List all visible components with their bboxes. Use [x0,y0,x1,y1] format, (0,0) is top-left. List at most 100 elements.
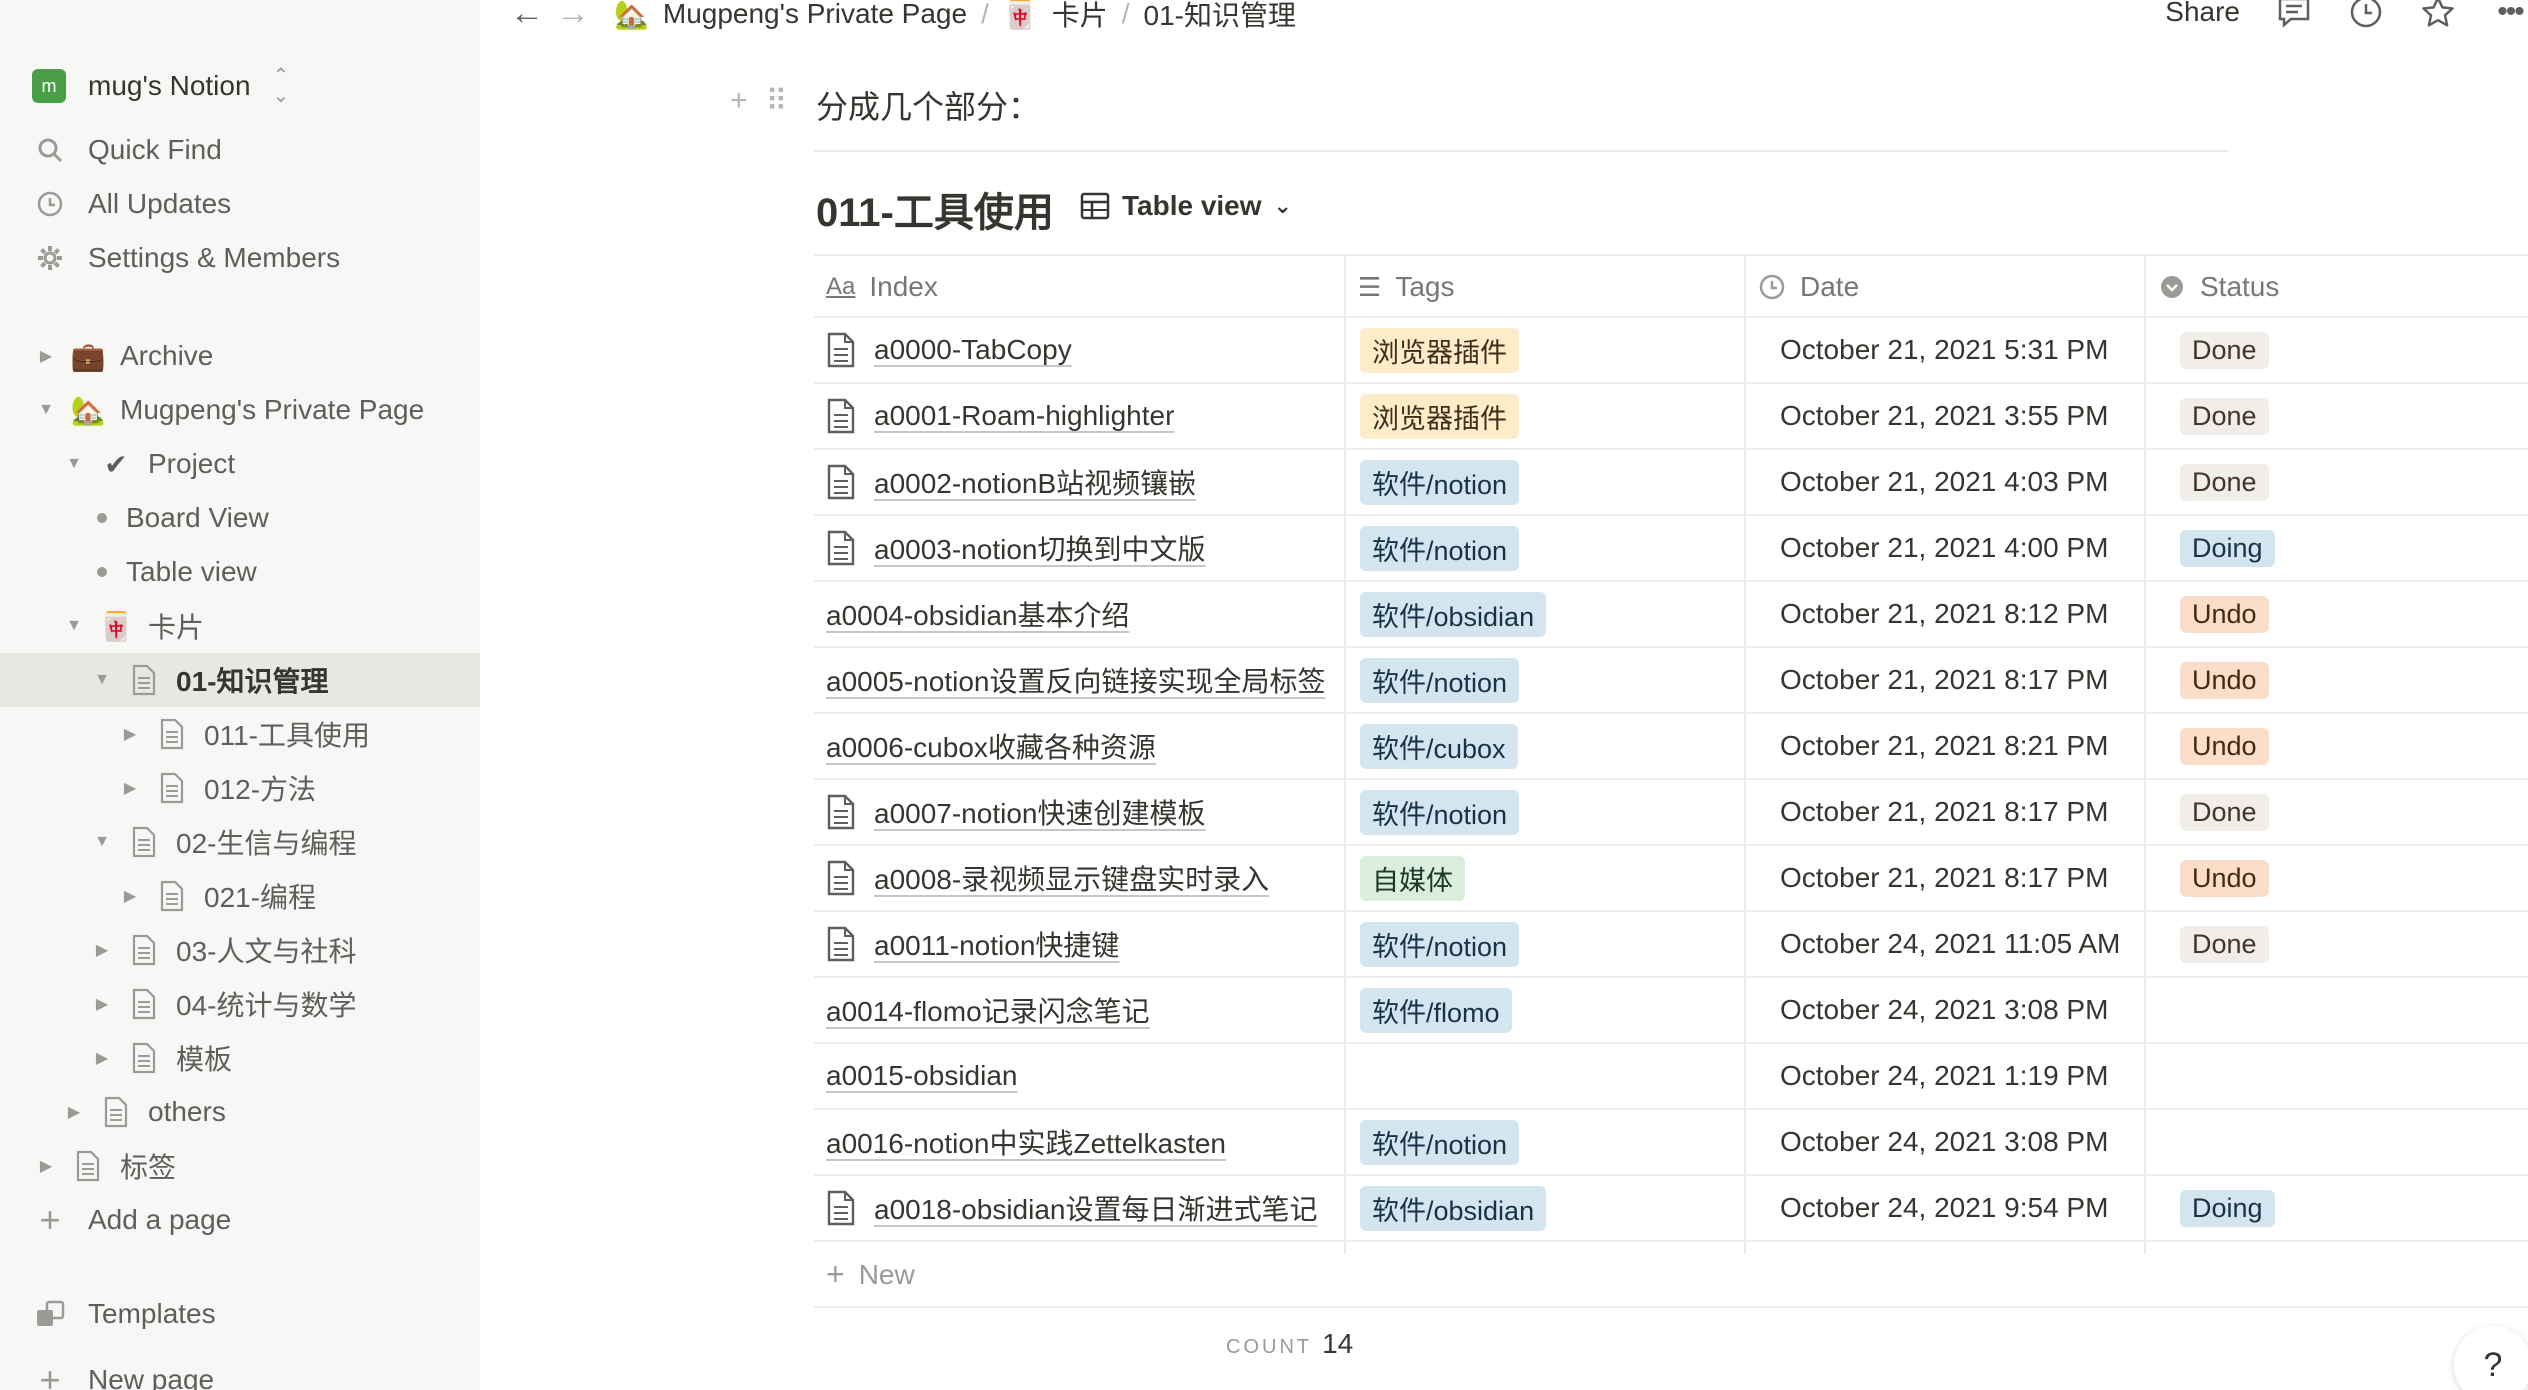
date-cell[interactable]: October 21, 2021 8:21 PM [1780,714,2140,778]
caret-right-icon[interactable]: ▶ [64,1102,84,1122]
index-cell[interactable]: a0011-notion快捷键 [826,912,1342,976]
date-cell[interactable]: October 24, 2021 3:08 PM [1780,978,2140,1042]
row-title[interactable]: a0016-notion中实践Zettelkasten [826,1122,1226,1162]
row-title[interactable]: a0007-notion快速创建模板 [874,792,1205,832]
status-cell[interactable]: Undo [2180,648,2520,712]
caret-right-icon[interactable]: ▶ [120,886,140,906]
row-title[interactable]: a0004-obsidian基本介绍 [826,594,1130,634]
date-cell[interactable]: October 21, 2021 8:17 PM [1780,846,2140,910]
date-cell[interactable]: October 24, 2021 9:54 PM [1780,1176,2140,1240]
index-cell[interactable]: a0018-obsidian设置每日渐进式笔记 [826,1176,1342,1240]
sidebar-tree-item[interactable]: ▼ 02-生信与编程 [0,815,480,869]
caret-right-icon[interactable]: ▶ [120,724,140,744]
tags-cell[interactable]: 软件/obsidian [1360,582,1740,646]
row-title[interactable]: a0011-notion快捷键 [874,924,1119,964]
row-title[interactable]: a0015-obsidian [826,1060,1018,1092]
more-options-icon[interactable]: ••• [2492,0,2528,30]
view-switcher[interactable]: Table view ⌄ [1080,190,1292,222]
table-row[interactable]: a0002-notionB站视频镶嵌 软件/notion October 21, 2… [814,450,2528,516]
sidebar-tree-item[interactable]: ▶ 04-统计与数学 [0,977,480,1031]
breadcrumb-item-knowledge[interactable]: 01-知识管理 [1144,0,1296,34]
status-cell[interactable] [2180,978,2520,1042]
tags-cell[interactable] [1360,1044,1740,1108]
caret-down-icon[interactable]: ▼ [92,671,112,689]
index-cell[interactable]: a0005-notion设置反向链接实现全局标签 [826,648,1342,712]
status-cell[interactable]: Done [2180,912,2520,976]
column-header-index[interactable]: Aa Index [814,256,1344,318]
templates-button[interactable]: Templates [0,1287,480,1341]
table-row[interactable]: a0003-notion切换到中文版 软件/notion October 21, 2… [814,516,2528,582]
tags-cell[interactable]: 软件/cubox [1360,714,1740,778]
date-cell[interactable]: October 21, 2021 8:17 PM [1780,648,2140,712]
date-cell[interactable]: October 24, 2021 11:05 AM [1780,912,2140,976]
status-cell[interactable]: Done [2180,450,2520,514]
index-cell[interactable]: a0016-notion中实践Zettelkasten [826,1110,1342,1174]
add-block-icon[interactable]: + [730,84,748,119]
tags-cell[interactable]: 软件/notion [1360,648,1740,712]
index-cell[interactable]: a0004-obsidian基本介绍 [826,582,1342,646]
sidebar-tree-item[interactable]: Table view [0,545,480,599]
table-row[interactable]: a0005-notion设置反向链接实现全局标签 软件/notion October… [814,648,2528,714]
date-cell[interactable]: October 24, 2021 3:08 PM [1780,1110,2140,1174]
date-cell[interactable]: October 21, 2021 8:17 PM [1780,780,2140,844]
caret-down-icon[interactable]: ▼ [64,455,84,473]
sidebar-tree-item[interactable]: ▶ 💼 Archive [0,329,480,383]
tags-cell[interactable]: 浏览器插件 [1360,384,1740,448]
index-cell[interactable]: a0006-cubox收藏各种资源 [826,714,1342,778]
table-row[interactable]: a0004-obsidian基本介绍 软件/obsidian October 21,… [814,582,2528,648]
row-title[interactable]: a0005-notion设置反向链接实现全局标签 [826,660,1325,700]
status-cell[interactable]: Undo [2180,714,2520,778]
history-clock-icon[interactable] [2348,0,2384,30]
row-title[interactable]: a0002-notionB站视频镶嵌 [874,462,1196,502]
caret-down-icon[interactable]: ▼ [92,833,112,851]
status-cell[interactable]: Done [2180,384,2520,448]
table-row[interactable]: a0016-notion中实践Zettelkasten 软件/notion Octo… [814,1110,2528,1176]
sidebar-tree-item[interactable]: ▼ 🏡 Mugpeng's Private Page [0,383,480,437]
index-cell[interactable]: a0007-notion快速创建模板 [826,780,1342,844]
date-cell[interactable]: October 21, 2021 5:31 PM [1780,318,2140,382]
index-cell[interactable]: a0008-录视频显示键盘实时录入 [826,846,1342,910]
row-count[interactable]: COUNT 14 [1226,1328,1353,1360]
column-header-status[interactable]: Status [2146,256,2528,318]
status-cell[interactable]: Done [2180,318,2520,382]
table-row[interactable]: a0014-flomo记录闪念笔记 软件/flomo October 24, 202… [814,978,2528,1044]
sidebar-tree-item[interactable]: ▶ 011-工具使用 [0,707,480,761]
sidebar-tree-item[interactable]: Board View [0,491,480,545]
caret-down-icon[interactable]: ▼ [64,617,84,635]
sidebar-item-all-updates[interactable]: All Updates [0,177,480,231]
row-title[interactable]: a0003-notion切换到中文版 [874,528,1205,568]
back-arrow-icon[interactable]: ← [510,0,544,33]
row-title[interactable]: a0001-Roam-highlighter [874,400,1174,432]
sidebar-tree-item[interactable]: ▶ 021-编程 [0,869,480,923]
tags-cell[interactable]: 软件/notion [1360,450,1740,514]
column-header-date[interactable]: Date [1746,256,2144,318]
sidebar-tree-item[interactable]: ▼ 🀄 卡片 [0,599,480,653]
drag-handle-icon[interactable]: ⠿ [766,84,788,119]
help-button[interactable]: ? [2454,1326,2528,1390]
index-cell[interactable]: a0002-notionB站视频镶嵌 [826,450,1342,514]
workspace-switcher[interactable]: m mug's Notion ⌃ ⌄ [32,64,289,108]
caret-right-icon[interactable]: ▶ [92,1048,112,1068]
tags-cell[interactable]: 软件/notion [1360,780,1740,844]
caret-down-icon[interactable]: ▼ [36,401,56,419]
status-cell[interactable]: Doing [2180,516,2520,580]
tags-cell[interactable]: 软件/obsidian [1360,1176,1740,1240]
tags-cell[interactable]: 自媒体 [1360,846,1740,910]
new-row-button[interactable]: + New [826,1256,915,1293]
index-cell[interactable]: a0001-Roam-highlighter [826,384,1342,448]
status-cell[interactable] [2180,1044,2520,1108]
share-button[interactable]: Share [2165,0,2240,28]
sidebar-tree-item[interactable]: ▶ others [0,1085,480,1139]
tags-cell[interactable]: 软件/notion [1360,912,1740,976]
table-row[interactable]: a0006-cubox收藏各种资源 软件/cubox October 21, 202… [814,714,2528,780]
new-page-button[interactable]: + New page [0,1353,480,1390]
date-cell[interactable]: October 21, 2021 4:03 PM [1780,450,2140,514]
breadcrumb-item-private-page[interactable]: Mugpeng's Private Page [663,0,967,30]
sidebar-tree-item[interactable]: ▶ 标签 [0,1139,480,1193]
sidebar-item-settings-members[interactable]: Settings & Members [0,231,480,285]
tags-cell[interactable]: 软件/notion [1360,516,1740,580]
comment-icon[interactable] [2276,0,2312,30]
table-row[interactable]: a0007-notion快速创建模板 软件/notion October 21, 2… [814,780,2528,846]
date-cell[interactable]: October 21, 2021 4:00 PM [1780,516,2140,580]
caret-right-icon[interactable]: ▶ [92,940,112,960]
